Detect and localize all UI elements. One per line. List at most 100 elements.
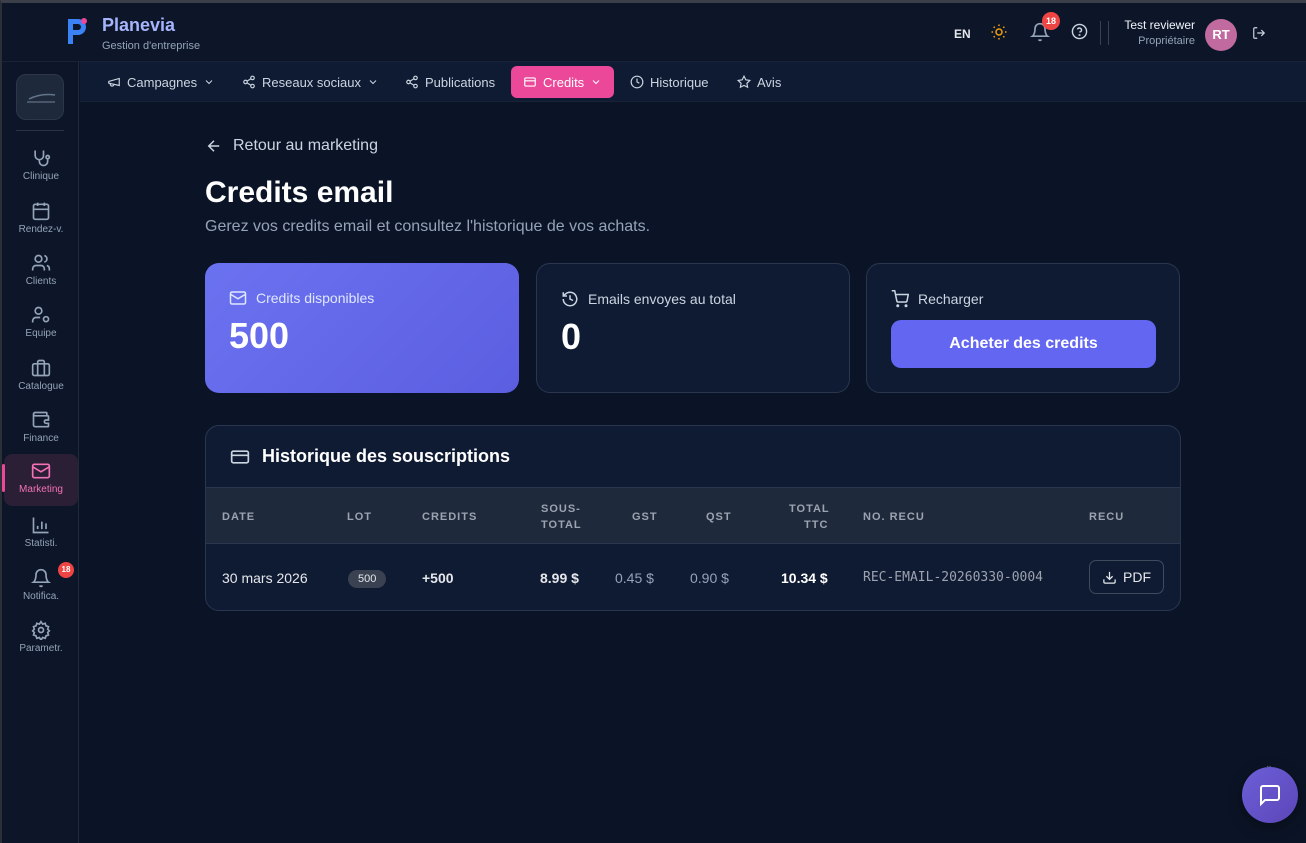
brand[interactable]: Planevia Gestion d'entreprise	[64, 15, 200, 52]
cell-credits: +500	[422, 570, 454, 586]
sidebar-item-label: Parametr.	[19, 643, 63, 654]
planevia-logo-icon	[64, 15, 90, 47]
credits-available-card: Credits disponibles 500	[205, 263, 519, 393]
app-subtitle: Gestion d'entreprise	[102, 40, 201, 52]
sidebar-item-label: Clients	[25, 276, 57, 287]
sidebar-item-catalogue[interactable]: Catalogue	[4, 354, 78, 402]
megaphone-icon	[108, 77, 120, 87]
download-pdf-button[interactable]: PDF	[1089, 560, 1164, 594]
star-icon	[737, 75, 751, 89]
tab-label: Campagnes	[127, 74, 198, 90]
user-name: Test reviewer	[1124, 18, 1195, 32]
sidebar-item-statistiques[interactable]: Statisti.	[4, 511, 78, 559]
users-icon	[31, 254, 51, 271]
page-title: Credits email	[205, 176, 394, 209]
column-header-total-line1: TOTAL	[789, 503, 830, 515]
avatar[interactable]: RT	[1205, 19, 1237, 51]
tab-reseaux-sociaux[interactable]: Reseaux sociaux	[230, 66, 391, 98]
sidebar-item-finance[interactable]: Finance	[4, 406, 78, 454]
column-header-date: DATE	[222, 511, 256, 523]
chat-icon	[1260, 785, 1280, 807]
tab-campagnes[interactable]: Campagnes	[95, 66, 227, 98]
column-header-lot: LOT	[347, 511, 372, 523]
divider	[1108, 21, 1109, 45]
user-role: Propriétaire	[1138, 35, 1195, 47]
tab-historique[interactable]: Historique	[618, 66, 721, 98]
cell-gst: 0.45 $	[615, 570, 654, 586]
tab-label: Publications	[425, 74, 496, 90]
mail-icon	[229, 291, 247, 305]
emails-sent-card: Emails envoyes au total 0	[536, 263, 850, 393]
bar-chart-icon	[32, 517, 49, 534]
top-bar: Planevia Gestion d'entreprise EN 18 Test…	[2, 3, 1306, 62]
sidebar-item-parametres[interactable]: Parametr.	[4, 616, 78, 664]
share-icon	[243, 75, 255, 89]
column-header-receipt-no: NO. RECU	[863, 511, 925, 523]
history-icon	[562, 291, 578, 307]
tab-label: Historique	[650, 74, 709, 90]
sidebar-item-marketing[interactable]: Marketing	[2, 454, 78, 506]
wallet-icon	[32, 411, 50, 428]
chevron-down-icon	[205, 80, 213, 85]
sidebar-item-label: Notifica.	[22, 591, 60, 602]
recharge-card: Recharger Acheter des credits	[866, 263, 1180, 393]
marketing-subnav: Campagnes Reseaux sociaux Publications C…	[80, 62, 1306, 102]
chat-button[interactable]	[1242, 767, 1298, 823]
column-header-subtotal-line2: TOTAL	[541, 519, 582, 531]
calendar-icon	[32, 202, 50, 221]
cell-total: 10.34 $	[781, 570, 828, 586]
sidebar-item-rendez-vous[interactable]: Rendez-v.	[4, 197, 78, 245]
back-link-label: Retour au marketing	[233, 137, 378, 154]
logout-icon[interactable]	[1252, 26, 1266, 45]
table-header: DATE LOT CREDITS SOUS- TOTAL GST QST TOT…	[206, 487, 1180, 544]
bell-icon	[31, 568, 51, 588]
sidebar-item-clinique[interactable]: Clinique	[4, 144, 78, 192]
download-icon	[1103, 571, 1116, 584]
mail-icon	[31, 463, 51, 479]
cell-receipt-no: REC-EMAIL-20260330-0004	[863, 570, 1044, 585]
sidebar-item-label: Statisti.	[24, 538, 58, 549]
briefcase-icon	[31, 359, 51, 377]
tab-label: Reseaux sociaux	[262, 74, 361, 90]
pdf-button-label: PDF	[1123, 569, 1151, 585]
section-title: Historique des souscriptions	[262, 446, 511, 466]
credits-available-value: 500	[229, 315, 290, 356]
arrow-left-icon	[207, 140, 220, 152]
column-header-credits: CREDITS	[422, 511, 478, 523]
theme-sun-icon[interactable]	[990, 23, 1008, 46]
business-logo[interactable]	[16, 74, 64, 120]
cell-subtotal: 8.99 $	[540, 570, 579, 586]
stethoscope-icon	[34, 150, 51, 167]
help-icon[interactable]	[1071, 23, 1088, 45]
subscription-history-card: Historique des souscriptions DATE LOT CR…	[205, 425, 1181, 611]
language-toggle[interactable]: EN	[954, 27, 971, 41]
buy-credits-button[interactable]: Acheter des credits	[891, 320, 1156, 368]
sidebar-item-equipe[interactable]: Equipe	[4, 301, 78, 349]
back-link[interactable]: Retour au marketing	[205, 137, 378, 155]
sidebar-item-label: Catalogue	[18, 381, 64, 392]
cart-icon	[891, 290, 909, 308]
app-name: Planevia	[102, 15, 176, 35]
sidebar-item-clients[interactable]: Clients	[4, 249, 78, 297]
share-icon	[406, 75, 418, 89]
gear-icon	[31, 620, 51, 640]
notification-badge: 18	[1042, 12, 1060, 30]
tab-avis[interactable]: Avis	[725, 66, 793, 98]
credit-card-icon	[230, 449, 250, 464]
card-label: Credits disponibles	[256, 290, 375, 306]
page-subtitle: Gerez vos credits email et consultez l'h…	[205, 218, 651, 235]
tab-label: Avis	[757, 74, 782, 90]
card-label: Recharger	[918, 291, 984, 307]
sidebar-item-label: Finance	[23, 433, 59, 444]
tab-label: Credits	[543, 74, 585, 90]
card-label: Emails envoyes au total	[588, 291, 736, 307]
column-header-qst: QST	[706, 511, 732, 523]
cell-qst: 0.90 $	[690, 570, 729, 586]
sidebar-item-label: Clinique	[22, 171, 60, 182]
cell-date: 30 mars 2026	[222, 570, 308, 586]
divider	[1100, 21, 1101, 45]
tab-credits[interactable]: Credits	[511, 66, 615, 98]
wallet-icon	[524, 77, 536, 87]
column-header-subtotal-line1: SOUS-	[541, 503, 581, 515]
tab-publications[interactable]: Publications	[393, 66, 507, 98]
